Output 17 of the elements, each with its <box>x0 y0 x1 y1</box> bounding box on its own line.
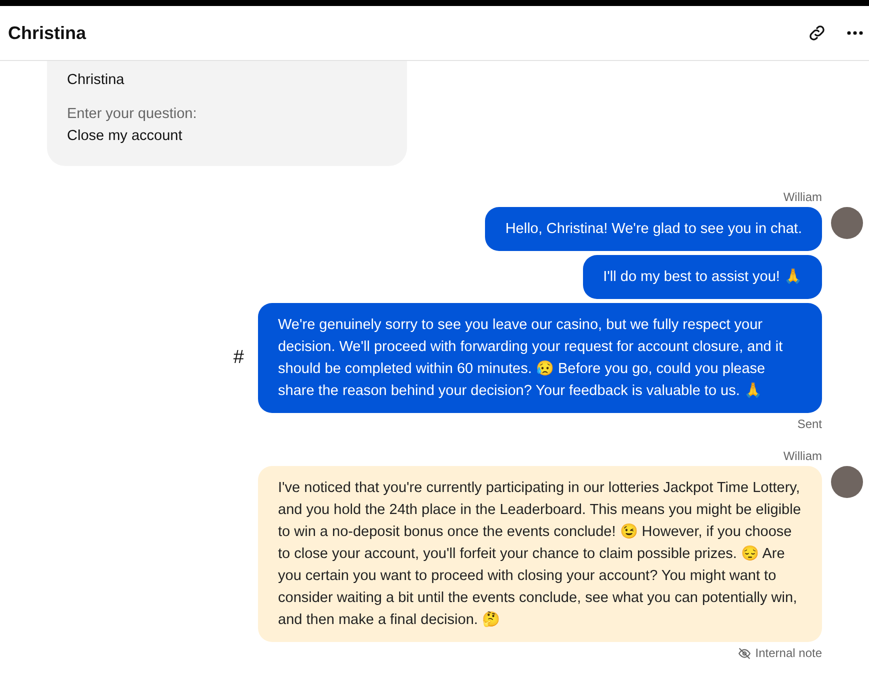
message-bubble: I'll do my best to assist you! 🙏 <box>583 255 822 299</box>
eye-off-icon <box>738 646 752 660</box>
avatar <box>831 207 863 239</box>
message-bubble: We're genuinely sorry to see you leave our casino, but we fully respect your decision. We'll proceed with forwarding your request for account closure, and it should be completed within 60 minutes. 😥 Before you go, could you please share the reason behind your decision? Your feedback is valuable to us. 🙏 <box>258 303 822 413</box>
message-bubble: Hello, Christina! We're glad to see you in chat. <box>485 207 822 251</box>
chat-title: Christina <box>8 22 88 44</box>
hash-mark: # <box>233 347 244 369</box>
field-value: Close my account <box>67 127 184 146</box>
field-label: Enter your question: <box>67 105 198 124</box>
author-name: William <box>783 449 822 463</box>
internal-note-label: Internal note <box>755 646 822 660</box>
author-name: William <box>783 190 822 204</box>
link-icon[interactable] <box>807 23 827 43</box>
avatar <box>831 466 863 498</box>
internal-note-bubble: I've noticed that you're currently participating in our lotteries Jackpot Time Lottery, and you hold the 24th place in the Leaderboard. This means you might be eligible to win a no-deposit bonus once the events conclude! 😉 However, if you choose to close your account, you'll forfeit your chance to claim possible prizes. 😔 Are you certain you want to proceed with closing your account? You might want to consider waiting a bit until the events conclude, see what you can potentially win, and then make a final decision. 🤔 <box>258 466 822 642</box>
field-value: Christina <box>67 71 126 90</box>
sent-status: Sent <box>797 417 822 431</box>
